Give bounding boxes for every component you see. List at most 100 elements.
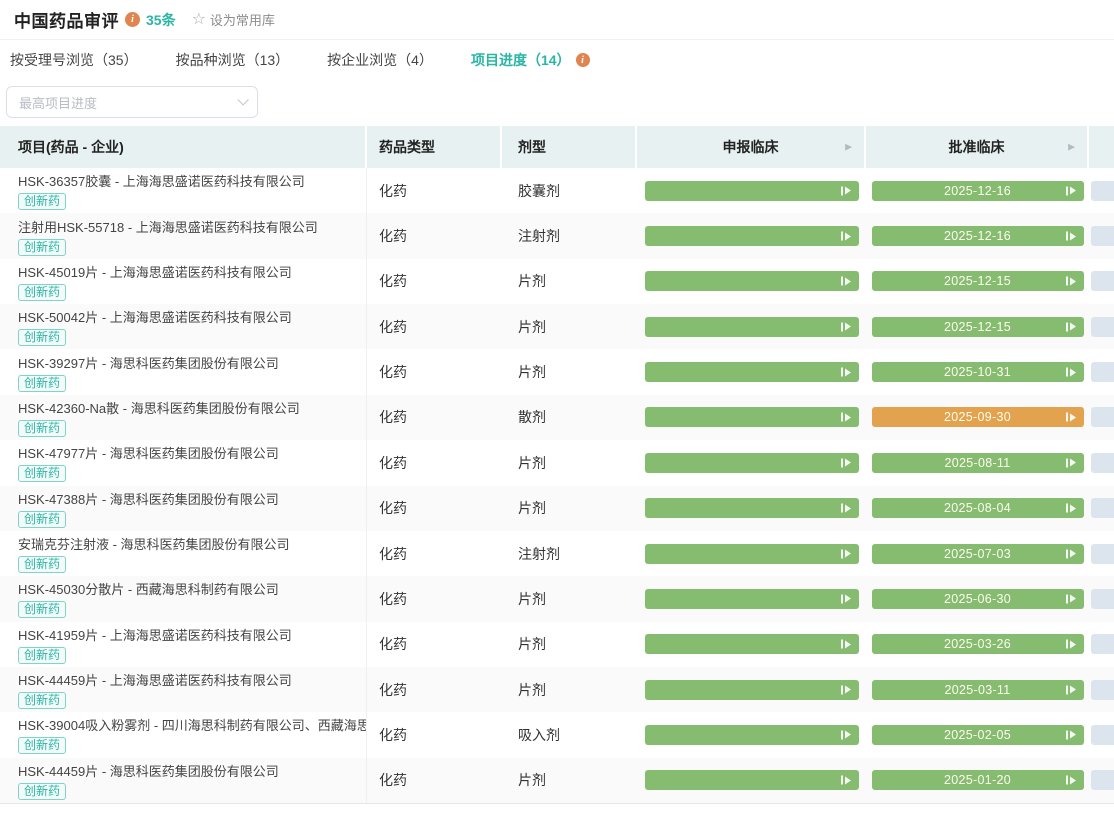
expand-right-icon[interactable]: ▶ — [1068, 142, 1075, 153]
tab-1[interactable]: 按品种浏览（13） — [176, 50, 290, 70]
declared-clinical-bar[interactable] — [645, 634, 859, 654]
declared-clinical-bar[interactable] — [645, 362, 859, 382]
page-title: 中国药品审评 — [14, 7, 119, 32]
drug-type-cell: 化药 — [367, 712, 502, 757]
approved-clinical-bar[interactable]: 2025-08-04 — [872, 498, 1084, 518]
next-stage-bar[interactable] — [1091, 181, 1114, 201]
approved-clinical-cell: 2025-10-31 — [866, 349, 1089, 394]
step-play-icon — [1066, 776, 1076, 785]
next-stage-bar[interactable] — [1091, 498, 1114, 518]
overflow-cell — [1089, 622, 1114, 667]
approved-date: 2025-12-16 — [944, 229, 1011, 243]
next-stage-bar[interactable] — [1091, 589, 1114, 609]
approved-clinical-bar[interactable]: 2025-12-16 — [872, 181, 1084, 201]
table-row[interactable]: HSK-39297片 - 海思科医药集团股份有限公司 创新药 化药 片剂 202… — [0, 349, 1114, 394]
table-row[interactable]: 注射用HSK-55718 - 上海海思盛诺医药科技有限公司 创新药 化药 注射剂… — [0, 213, 1114, 258]
progress-filter-select[interactable]: 最高项目进度 — [6, 86, 258, 118]
project-name: HSK-44459片 - 上海海思盛诺医药科技有限公司 — [18, 672, 367, 689]
step-play-icon — [841, 549, 851, 558]
project-name: HSK-50042片 - 上海海思盛诺医药科技有限公司 — [18, 309, 367, 326]
table-row[interactable]: HSK-44459片 - 海思科医药集团股份有限公司 创新药 化药 片剂 202… — [0, 758, 1114, 803]
table-row[interactable]: 安瑞克芬注射液 - 海思科医药集团股份有限公司 创新药 化药 注射剂 2025-… — [0, 531, 1114, 576]
approved-clinical-bar[interactable]: 2025-12-16 — [872, 226, 1084, 246]
table-row[interactable]: HSK-42360-Na散 - 海思科医药集团股份有限公司 创新药 化药 散剂 … — [0, 395, 1114, 440]
declared-clinical-bar[interactable] — [645, 453, 859, 473]
approved-clinical-bar[interactable]: 2025-08-11 — [872, 453, 1084, 473]
step-play-icon — [841, 413, 851, 422]
declared-clinical-bar[interactable] — [645, 498, 859, 518]
chevron-down-icon — [237, 94, 248, 105]
declared-clinical-bar[interactable] — [645, 544, 859, 564]
table-row[interactable]: HSK-50042片 - 上海海思盛诺医药科技有限公司 创新药 化药 片剂 20… — [0, 304, 1114, 349]
approved-clinical-bar[interactable]: 2025-03-26 — [872, 634, 1084, 654]
expand-right-icon[interactable]: ▶ — [845, 142, 852, 153]
approved-date: 2025-10-31 — [944, 365, 1011, 379]
table-row[interactable]: HSK-36357胶囊 - 上海海思盛诺医药科技有限公司 创新药 化药 胶囊剂 … — [0, 168, 1114, 213]
column-label: 药品类型 — [379, 137, 435, 157]
next-stage-bar[interactable] — [1091, 770, 1114, 790]
declared-clinical-bar[interactable] — [645, 725, 859, 745]
next-stage-bar[interactable] — [1091, 725, 1114, 745]
project-cell: HSK-44459片 - 上海海思盛诺医药科技有限公司 创新药 — [0, 667, 367, 712]
declared-clinical-bar[interactable] — [645, 770, 859, 790]
table-row[interactable]: HSK-45030分散片 - 西藏海思科制药有限公司 创新药 化药 片剂 202… — [0, 576, 1114, 621]
next-stage-bar[interactable] — [1091, 544, 1114, 564]
dosage-form-cell: 片剂 — [502, 304, 637, 349]
table-row[interactable]: HSK-45019片 - 上海海思盛诺医药科技有限公司 创新药 化药 片剂 20… — [0, 259, 1114, 304]
approved-clinical-bar[interactable]: 2025-01-20 — [872, 770, 1084, 790]
dosage-form: 片剂 — [518, 634, 546, 654]
declared-clinical-bar[interactable] — [645, 589, 859, 609]
tab-3[interactable]: 项目进度（14）i — [471, 50, 596, 70]
step-play-icon — [841, 776, 851, 785]
project-name: HSK-45030分散片 - 西藏海思科制药有限公司 — [18, 581, 367, 598]
filter-row: 最高项目进度 — [0, 80, 1114, 126]
info-icon[interactable]: i — [576, 53, 590, 67]
next-stage-bar[interactable] — [1091, 226, 1114, 246]
approved-clinical-bar[interactable]: 2025-03-11 — [872, 680, 1084, 700]
next-stage-bar[interactable] — [1091, 453, 1114, 473]
approved-clinical-bar[interactable]: 2025-12-15 — [872, 271, 1084, 291]
table-row[interactable]: HSK-47977片 - 海思科医药集团股份有限公司 创新药 化药 片剂 202… — [0, 440, 1114, 485]
next-stage-bar[interactable] — [1091, 634, 1114, 654]
approved-clinical-bar[interactable]: 2025-12-15 — [872, 317, 1084, 337]
table-row[interactable]: HSK-44459片 - 上海海思盛诺医药科技有限公司 创新药 化药 片剂 20… — [0, 667, 1114, 712]
dosage-form: 片剂 — [518, 498, 546, 518]
overflow-cell — [1089, 758, 1114, 803]
declared-clinical-bar[interactable] — [645, 226, 859, 246]
step-play-icon — [841, 594, 851, 603]
innovative-drug-tag: 创新药 — [18, 783, 66, 800]
next-stage-bar[interactable] — [1091, 317, 1114, 337]
next-stage-bar[interactable] — [1091, 271, 1114, 291]
declared-clinical-bar[interactable] — [645, 407, 859, 427]
tab-0[interactable]: 按受理号浏览（35） — [10, 50, 138, 70]
next-stage-bar[interactable] — [1091, 407, 1114, 427]
declared-clinical-bar[interactable] — [645, 317, 859, 337]
approved-clinical-bar[interactable]: 2025-09-30 — [872, 407, 1084, 427]
declared-clinical-bar[interactable] — [645, 271, 859, 291]
info-icon[interactable]: i — [125, 12, 140, 27]
project-name: 安瑞克芬注射液 - 海思科医药集团股份有限公司 — [18, 536, 367, 553]
approved-clinical-bar[interactable]: 2025-06-30 — [872, 589, 1084, 609]
next-stage-bar[interactable] — [1091, 680, 1114, 700]
table-row[interactable]: HSK-39004吸入粉雾剂 - 四川海思科制药有限公司、西藏海思科制药有限公司… — [0, 712, 1114, 757]
set-favorite-button[interactable]: ☆ 设为常用库 — [192, 10, 275, 29]
approved-clinical-bar[interactable]: 2025-07-03 — [872, 544, 1084, 564]
column-header-overflow — [1089, 126, 1114, 168]
table-row[interactable]: HSK-41959片 - 上海海思盛诺医药科技有限公司 创新药 化药 片剂 20… — [0, 622, 1114, 667]
approved-clinical-bar[interactable]: 2025-02-05 — [872, 725, 1084, 745]
tab-2[interactable]: 按企业浏览（4） — [327, 50, 433, 70]
table-row[interactable]: HSK-47388片 - 海思科医药集团股份有限公司 创新药 化药 片剂 202… — [0, 486, 1114, 531]
drug-type: 化药 — [379, 680, 407, 700]
tab-label: 按企业浏览（4） — [327, 50, 433, 70]
step-play-icon — [1066, 322, 1076, 331]
drug-type-cell: 化药 — [367, 486, 502, 531]
step-play-icon — [1066, 368, 1076, 377]
dosage-form: 胶囊剂 — [518, 181, 560, 201]
declared-clinical-bar[interactable] — [645, 181, 859, 201]
approved-clinical-cell: 2025-12-16 — [866, 168, 1089, 213]
declared-clinical-bar[interactable] — [645, 680, 859, 700]
drug-type-cell: 化药 — [367, 349, 502, 394]
approved-clinical-bar[interactable]: 2025-10-31 — [872, 362, 1084, 382]
drug-type-cell: 化药 — [367, 259, 502, 304]
next-stage-bar[interactable] — [1091, 362, 1114, 382]
